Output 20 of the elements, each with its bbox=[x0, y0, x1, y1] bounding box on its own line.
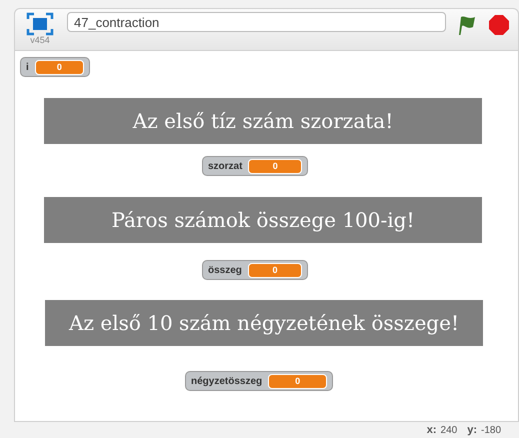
fullscreen-icon[interactable] bbox=[26, 12, 54, 36]
variable-name: négyzetösszeg bbox=[191, 376, 262, 386]
variable-value: 0 bbox=[268, 374, 327, 388]
variable-value: 0 bbox=[34, 60, 84, 74]
variable-name: i bbox=[26, 62, 29, 72]
x-coordinate: 240 bbox=[440, 424, 458, 436]
variable-name: szorzat bbox=[208, 160, 242, 172]
y-label: y: bbox=[467, 424, 477, 436]
variable-name: összeg bbox=[208, 264, 242, 276]
title-banner: Páros számok összege 100-ig! bbox=[44, 197, 482, 243]
title-banner: Az első tíz szám szorzata! bbox=[44, 98, 482, 144]
x-label: x: bbox=[426, 424, 437, 436]
stop-icon[interactable] bbox=[488, 14, 510, 36]
variable-value: 0 bbox=[248, 262, 302, 278]
project-title-field[interactable]: 47_contraction bbox=[67, 12, 446, 32]
flag-icon[interactable] bbox=[456, 14, 478, 36]
variable-value: 0 bbox=[248, 158, 302, 174]
y-coordinate: -180 bbox=[480, 424, 501, 436]
version-label: v454 bbox=[30, 35, 50, 45]
title-banner: Az első 10 szám négyzetének összege! bbox=[45, 300, 483, 346]
